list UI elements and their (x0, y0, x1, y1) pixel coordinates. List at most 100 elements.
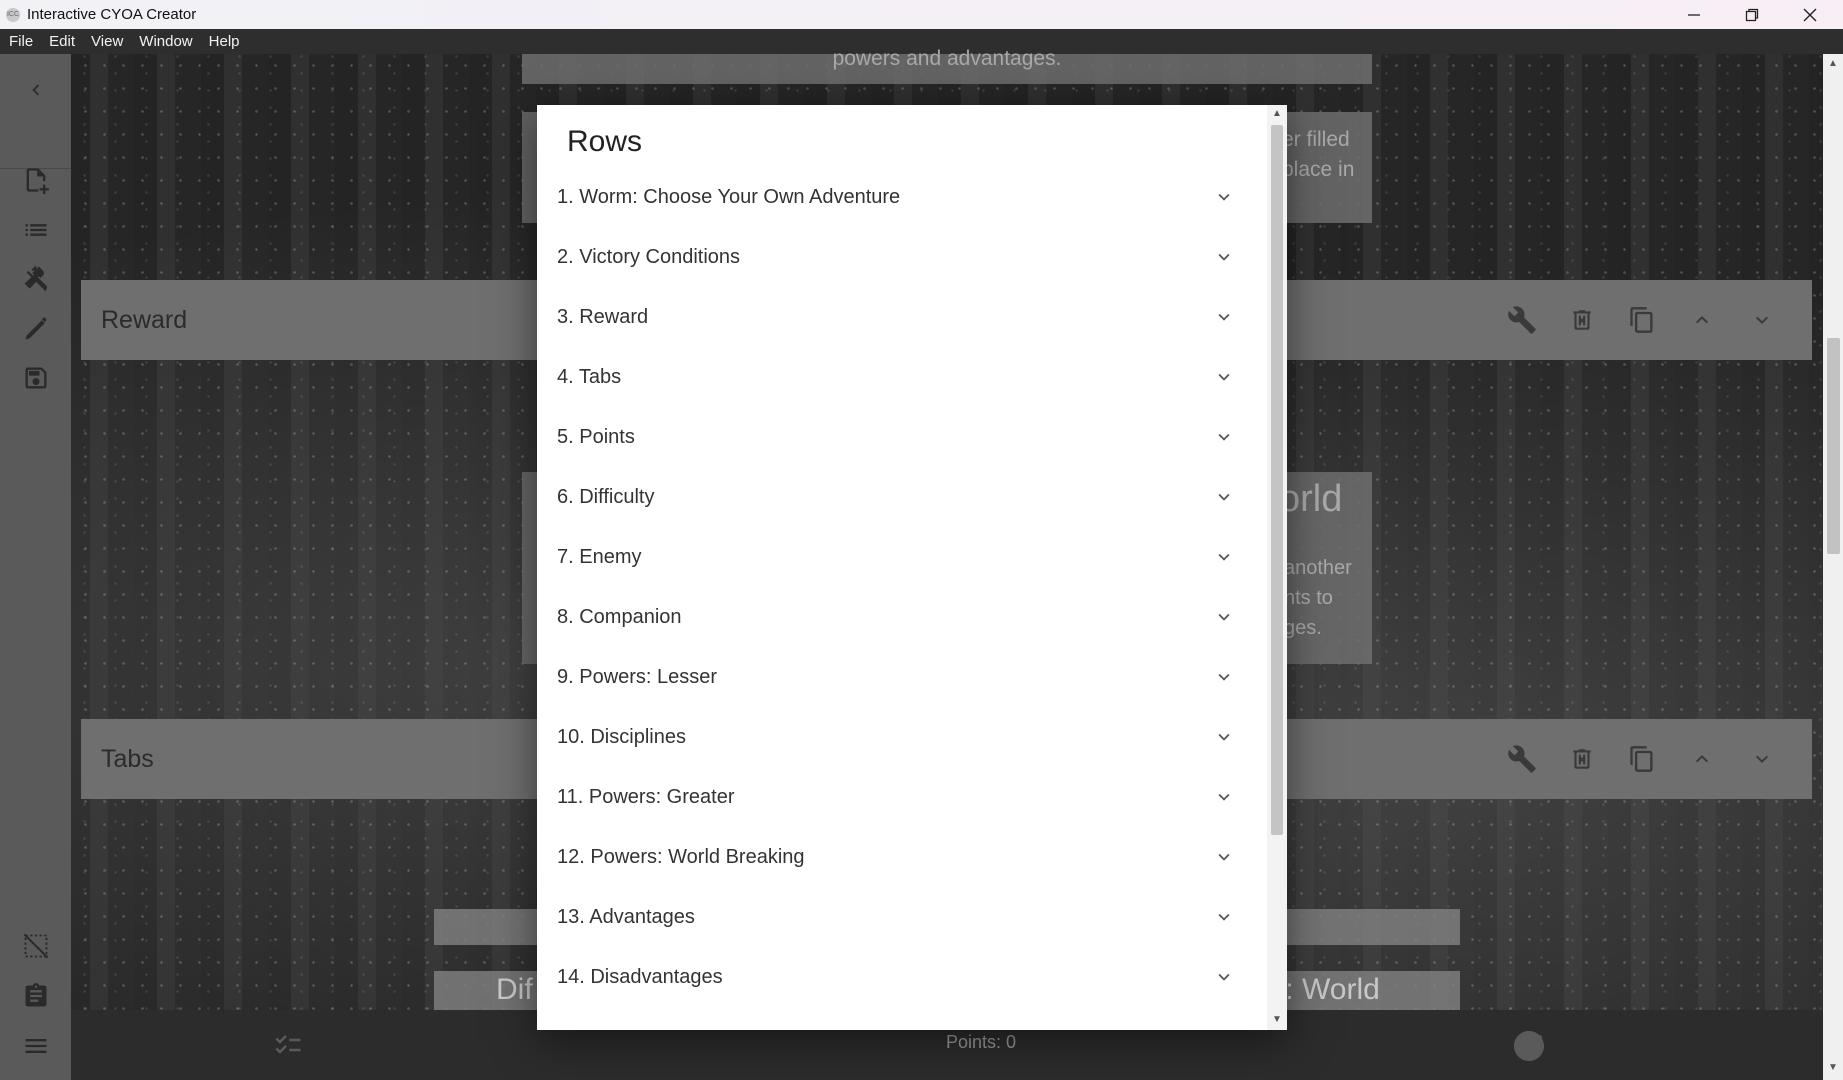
row-list-item[interactable]: 7. Enemy (537, 527, 1267, 587)
menu-edit[interactable]: Edit (41, 33, 83, 50)
row-move-up-button[interactable] (1672, 741, 1732, 777)
minimize-button[interactable] (1665, 0, 1723, 29)
row-move-up-button[interactable] (1672, 302, 1732, 338)
tools-button[interactable] (20, 263, 52, 295)
row-settings-button[interactable] (1492, 741, 1552, 777)
row-move-down-button[interactable] (1732, 741, 1792, 777)
chevron-down-icon (1218, 553, 1230, 561)
restore-button[interactable] (1723, 0, 1781, 29)
row-list-item[interactable]: 11. Powers: Greater (537, 767, 1267, 827)
background-tab-label: Dif (496, 973, 533, 1006)
row-list-item[interactable]: 3. Reward (537, 287, 1267, 347)
clipboard-button[interactable] (20, 980, 52, 1012)
check-circle-icon (1514, 1031, 1544, 1061)
collapse-button[interactable] (20, 74, 52, 106)
new-file-icon (26, 168, 49, 194)
chevron-down-icon (1218, 853, 1230, 861)
menu-help[interactable]: Help (201, 33, 248, 50)
row-copy-button[interactable] (1612, 302, 1672, 338)
row-list-item-label: 2. Victory Conditions (557, 245, 741, 268)
row-list-item-label: 5. Points (557, 425, 635, 448)
brush-icon (25, 317, 47, 340)
row-list-item-label: 3. Reward (557, 305, 649, 328)
row-list-item-label: 1. Worm: Choose Your Own Adventure (557, 185, 901, 208)
wrench-icon (1508, 745, 1536, 773)
row-list-item[interactable]: 13. Advantages (537, 887, 1267, 947)
toggle-grid-button[interactable] (20, 930, 52, 962)
row-list-item[interactable]: 6. Difficulty (537, 467, 1267, 527)
menu-view[interactable]: View (83, 33, 131, 50)
chevron-down-icon (1218, 733, 1230, 741)
copy-icon (1630, 307, 1653, 333)
page-scrollbar-thumb[interactable] (1827, 338, 1840, 554)
chevron-down-icon (1218, 433, 1230, 441)
chevron-down-icon (1218, 313, 1230, 321)
confirm-button[interactable] (1511, 1028, 1547, 1069)
window-title: Interactive CYOA Creator (27, 6, 197, 23)
scroll-down-arrow-icon[interactable]: ▼ (1828, 1062, 1838, 1073)
background-card-top: powers and advantages. (522, 48, 1372, 84)
row-list-button[interactable] (20, 214, 52, 246)
row-list-item-label: 4. Tabs (557, 365, 622, 388)
new-project-button[interactable] (20, 164, 52, 196)
menu-icon (25, 1039, 47, 1053)
background-card-text: ges. (1284, 617, 1322, 639)
chevron-up-icon (1696, 755, 1708, 763)
row-list-item-label: 13. Advantages (557, 905, 695, 928)
chevron-down-icon (1218, 253, 1230, 261)
scroll-up-arrow-icon[interactable]: ▲ (1828, 58, 1838, 69)
chevron-down-icon (1218, 493, 1230, 501)
minimize-icon (1688, 13, 1700, 16)
row-list-item[interactable]: 8. Companion (537, 587, 1267, 647)
background-card-text: nts to (1284, 587, 1333, 609)
row-list-item[interactable]: 2. Victory Conditions (537, 227, 1267, 287)
copy-icon (1630, 746, 1653, 772)
row-list-item[interactable]: 9. Powers: Lesser (537, 647, 1267, 707)
row-list-item[interactable]: 10. Disciplines (537, 707, 1267, 767)
row-actions (1492, 741, 1792, 777)
row-list-item[interactable]: 1. Worm: Choose Your Own Adventure (537, 167, 1267, 227)
page-scrollbar[interactable]: ▲ ▼ (1823, 54, 1843, 1080)
row-list-item-label: 10. Disciplines (557, 725, 686, 748)
background-card-title: orld (1279, 478, 1343, 520)
menu-window[interactable]: Window (131, 33, 200, 50)
restore-icon (1745, 8, 1759, 21)
row-delete-button[interactable] (1552, 741, 1612, 777)
chevron-down-icon (1218, 973, 1230, 981)
list-icon (25, 224, 47, 236)
row-copy-button[interactable] (1612, 741, 1672, 777)
row-settings-button[interactable] (1492, 302, 1552, 338)
row-actions (1492, 302, 1792, 338)
save-button[interactable] (20, 362, 52, 394)
row-list-item[interactable]: 4. Tabs (537, 347, 1267, 407)
row-list-item-label: 12. Powers: World Breaking (557, 845, 805, 868)
menu-file[interactable]: File (0, 33, 41, 50)
main-menu-button[interactable] (20, 1030, 52, 1062)
background-card-text: place in (1282, 158, 1355, 181)
save-icon (25, 367, 47, 389)
scroll-down-arrow-icon[interactable]: ▼ (1272, 1015, 1282, 1025)
chevron-down-icon (1218, 913, 1230, 921)
style-button[interactable] (20, 313, 52, 345)
row-move-down-button[interactable] (1732, 302, 1792, 338)
scroll-up-arrow-icon[interactable]: ▲ (1272, 109, 1282, 119)
row-list-item[interactable]: 14. Disadvantages (537, 947, 1267, 1007)
delete-icon (1573, 749, 1591, 769)
chevron-down-icon (1218, 673, 1230, 681)
choices-button[interactable] (271, 1030, 305, 1065)
dialog-scrollbar-thumb[interactable] (1271, 125, 1283, 835)
row-list-item-label: 7. Enemy (557, 545, 642, 568)
dialog-title: Rows (567, 125, 643, 158)
checklist-icon (275, 1035, 301, 1054)
row-delete-button[interactable] (1552, 302, 1612, 338)
close-button[interactable] (1781, 0, 1839, 29)
dialog-scrollbar[interactable]: ▲ ▼ (1267, 105, 1287, 1030)
chevron-up-icon (1696, 316, 1708, 324)
row-list-item[interactable]: 12. Powers: World Breaking (537, 827, 1267, 887)
row-list-item[interactable]: 5. Points (537, 407, 1267, 467)
points-display: Points: 0 (946, 1032, 1017, 1052)
background-card-top-text: powers and advantages. (832, 47, 1062, 70)
background-card-text: another (1284, 557, 1352, 579)
chevron-left-icon (32, 84, 40, 96)
chevron-down-icon (1756, 755, 1768, 763)
